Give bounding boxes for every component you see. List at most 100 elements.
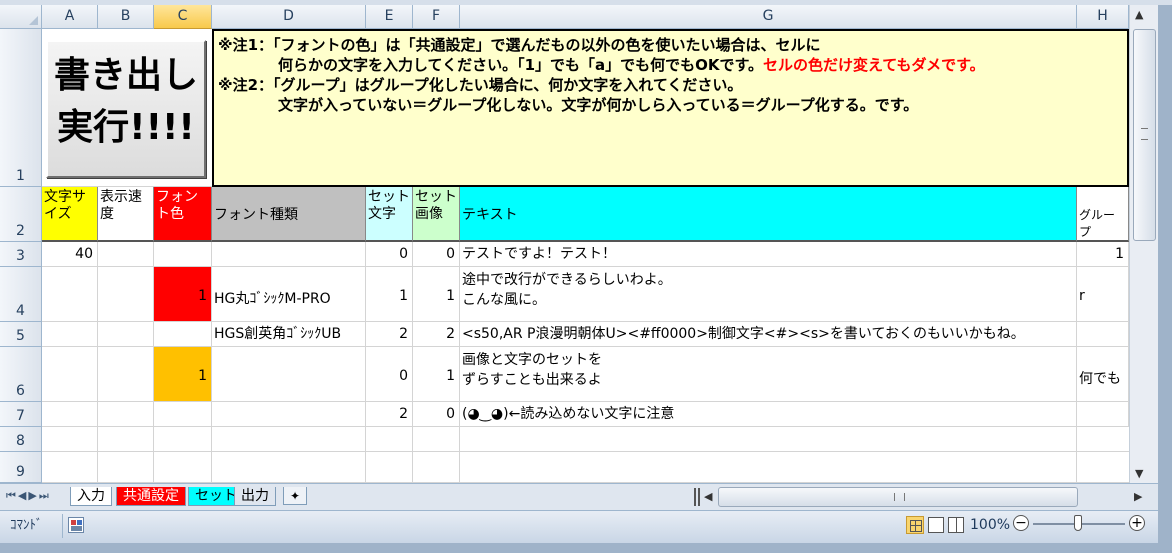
cell-a6[interactable]: [42, 347, 98, 402]
macro-record-icon[interactable]: [68, 517, 84, 533]
window-frame-bottom: [0, 543, 1172, 553]
header-text[interactable]: テキスト: [460, 187, 1077, 242]
column-header-d[interactable]: D: [212, 5, 366, 29]
scroll-left-icon[interactable]: ◀: [704, 488, 716, 506]
cell-g3[interactable]: テストですよ！テスト！: [460, 242, 1077, 267]
column-header-h[interactable]: H: [1077, 5, 1129, 29]
cell-f6[interactable]: 1: [413, 347, 460, 402]
row-header-8[interactable]: 8: [0, 427, 42, 452]
tab-split-handle[interactable]: [694, 488, 700, 506]
cell-g5[interactable]: <s50,AR P浪漫明朝体U><#ff0000>制御文字<#><s>を書いてお…: [460, 322, 1077, 347]
zoom-in-icon[interactable]: +: [1129, 515, 1145, 531]
next-sheet-icon[interactable]: ▶: [28, 489, 38, 502]
first-sheet-icon[interactable]: ⏮: [6, 489, 18, 502]
header-set-text[interactable]: セット文字: [366, 187, 413, 242]
prev-sheet-icon[interactable]: ◀: [18, 489, 28, 502]
export-run-button[interactable]: 書き出し 実行!!!!: [46, 40, 206, 178]
select-all-corner[interactable]: [0, 5, 42, 29]
column-header-f[interactable]: F: [413, 5, 460, 29]
row-header-5[interactable]: 5: [0, 322, 42, 347]
cell-c7[interactable]: [154, 402, 212, 427]
cell-d3[interactable]: [212, 242, 366, 267]
cell-c3[interactable]: [154, 242, 212, 267]
cell-e7[interactable]: 2: [366, 402, 413, 427]
cell-g6[interactable]: 画像と文字のセットを ずらすことも出来るよ: [460, 347, 1077, 402]
cell-a5[interactable]: [42, 322, 98, 347]
cell-h7[interactable]: [1077, 402, 1129, 427]
column-header-e[interactable]: E: [366, 5, 413, 29]
cell-b6[interactable]: [98, 347, 154, 402]
page-break-view-icon[interactable]: [948, 517, 964, 533]
cell-d6[interactable]: [212, 347, 366, 402]
header-group[interactable]: グループ: [1077, 187, 1129, 242]
row-header-3[interactable]: 3: [0, 242, 42, 267]
tab-input[interactable]: 入力: [70, 487, 112, 506]
column-header-a[interactable]: A: [42, 5, 98, 29]
row-header-2[interactable]: 2: [0, 187, 42, 242]
cell-d4[interactable]: HG丸ｺﾞｼｯｸM-PRO: [212, 267, 366, 322]
zoom-slider-thumb[interactable]: [1074, 515, 1082, 531]
zoom-out-icon[interactable]: −: [1013, 515, 1029, 531]
zoom-level[interactable]: 100%: [970, 516, 1010, 534]
cell-f3[interactable]: 0: [413, 242, 460, 267]
cell-f5[interactable]: 2: [413, 322, 460, 347]
cell-g7[interactable]: (◕‿◕)←読み込めない文字に注意: [460, 402, 1077, 427]
page-layout-view-icon[interactable]: [928, 517, 944, 533]
header-font-type[interactable]: フォント種類: [212, 187, 366, 242]
cell-c4[interactable]: 1: [154, 267, 212, 322]
export-button-line1: 書き出し: [53, 55, 198, 96]
scroll-up-icon[interactable]: ▲: [1135, 8, 1143, 21]
cell-g6-line1: 画像と文字のセットを: [462, 352, 602, 368]
cell-d5[interactable]: HGS創英角ｺﾞｼｯｸUB: [212, 322, 366, 347]
row-header-6[interactable]: 6: [0, 347, 42, 402]
row-header-7[interactable]: 7: [0, 402, 42, 427]
status-mode: ｺﾏﾝﾄﾞ: [10, 518, 43, 533]
cell-d7[interactable]: [212, 402, 366, 427]
last-sheet-icon[interactable]: ⏭: [39, 489, 51, 502]
cell-e4[interactable]: 1: [366, 267, 413, 322]
cell-b7[interactable]: [98, 402, 154, 427]
vertical-scroll-thumb[interactable]: [1133, 29, 1156, 241]
cell-b4[interactable]: [98, 267, 154, 322]
header-set-image[interactable]: セット画像: [413, 187, 460, 242]
insert-sheet-icon[interactable]: ✦: [283, 487, 307, 505]
scroll-right-icon[interactable]: ▶: [1134, 488, 1146, 506]
cell-h6[interactable]: 何でも: [1077, 347, 1129, 402]
header-font-color[interactable]: フォント色: [154, 187, 212, 242]
cell-h4[interactable]: r: [1077, 267, 1129, 322]
row-header-4[interactable]: 4: [0, 267, 42, 322]
note-line-3: ※注2：「グループ」はグループ化したい場合に、何か文字を入れてください。: [218, 76, 743, 94]
cell-f4[interactable]: 1: [413, 267, 460, 322]
cell-c5[interactable]: [154, 322, 212, 347]
horizontal-scroll-thumb[interactable]: [718, 487, 1078, 507]
cell-e5[interactable]: 2: [366, 322, 413, 347]
normal-view-icon[interactable]: [906, 516, 924, 534]
cell-a4[interactable]: [42, 267, 98, 322]
cell-a7[interactable]: [42, 402, 98, 427]
cell-c6[interactable]: 1: [154, 347, 212, 402]
scroll-down-icon[interactable]: ▼: [1135, 467, 1143, 480]
cell-f7[interactable]: 0: [413, 402, 460, 427]
vertical-scrollbar[interactable]: ▲ ▼: [1129, 5, 1158, 483]
header-font-size[interactable]: 文字サイズ: [42, 187, 98, 242]
row-header-1[interactable]: 1: [0, 29, 42, 187]
tab-output[interactable]: 出力: [234, 487, 276, 506]
note-line-2: 何らかの文字を入力してください。「1」でも「a」でも何でもOKです。セルの色だけ…: [218, 55, 1127, 75]
sheet-nav-arrows[interactable]: ⏮◀▶⏭: [6, 487, 51, 505]
column-header-b[interactable]: B: [98, 5, 154, 29]
column-header-c[interactable]: C: [154, 5, 212, 29]
notes-box: ※注1：「フォントの色」は「共通設定」で選んだもの以外の色を使いたい場合は、セル…: [212, 29, 1129, 187]
empty-grid-rows[interactable]: [42, 427, 1129, 483]
cell-h3[interactable]: 1: [1077, 242, 1129, 267]
tab-common-settings[interactable]: 共通設定: [116, 487, 186, 506]
cell-a3[interactable]: 40: [42, 242, 98, 267]
cell-e3[interactable]: 0: [366, 242, 413, 267]
cell-e6[interactable]: 0: [366, 347, 413, 402]
cell-h5[interactable]: [1077, 322, 1129, 347]
cell-g4[interactable]: 途中で改行ができるらしいわよ。 こんな風に。: [460, 267, 1077, 322]
row-header-9[interactable]: 9: [0, 452, 42, 483]
column-header-g[interactable]: G: [460, 5, 1077, 29]
cell-b5[interactable]: [98, 322, 154, 347]
cell-b3[interactable]: [98, 242, 154, 267]
header-display-speed[interactable]: 表示速度: [98, 187, 154, 242]
